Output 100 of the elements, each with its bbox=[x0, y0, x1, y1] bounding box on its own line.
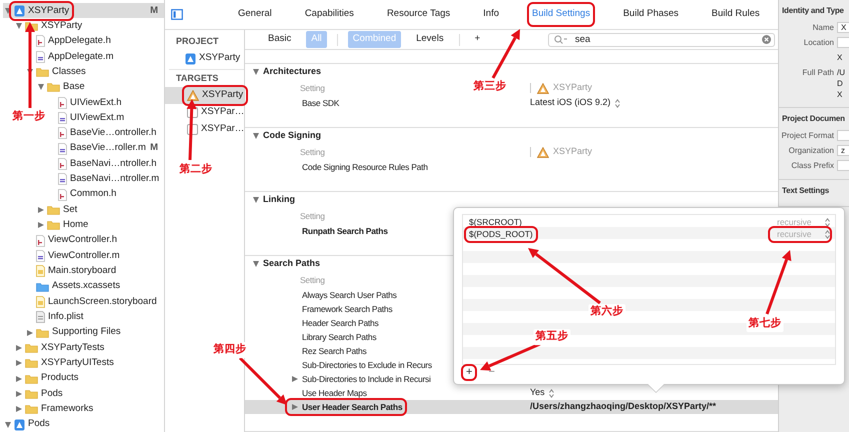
tree-item[interactable]: Assets.xcassets bbox=[34, 278, 164, 294]
add-button[interactable]: + bbox=[464, 367, 474, 378]
tree-item[interactable]: LaunchScreen.storyboard bbox=[34, 294, 164, 310]
search-field[interactable]: sea bbox=[548, 32, 775, 47]
setting-name: Rez Search Paths bbox=[302, 344, 367, 358]
tree-item[interactable]: AppDelegate.m bbox=[34, 48, 164, 64]
file-icon bbox=[36, 35, 45, 48]
tree-item[interactable]: UIViewExt.m bbox=[56, 110, 164, 126]
tab[interactable]: Info bbox=[481, 5, 501, 24]
field-label: Full Path bbox=[801, 67, 835, 79]
arrow bbox=[766, 250, 792, 314]
folder-icon bbox=[36, 282, 49, 292]
tree-item[interactable]: Base bbox=[36, 80, 164, 95]
tree-item[interactable]: XSYParty M bbox=[3, 3, 164, 18]
clear-icon[interactable] bbox=[762, 35, 771, 44]
settings-row[interactable]: User Header Search Paths /Users/zhangzhaoqing/Desktop/XSYParty/** bbox=[245, 400, 778, 414]
path-text[interactable]: $(SRCROOT) bbox=[467, 216, 524, 228]
tree-item[interactable]: ViewController.h bbox=[34, 232, 164, 248]
tree-item[interactable]: Classes bbox=[25, 64, 164, 80]
file-icon bbox=[58, 96, 67, 109]
arrow bbox=[186, 99, 197, 160]
disclosure-triangle-icon[interactable] bbox=[251, 69, 260, 75]
column-header: XSYParty bbox=[553, 145, 592, 158]
field-label: Class Prefix bbox=[790, 160, 835, 172]
tab[interactable]: Resource Tags bbox=[384, 5, 452, 24]
field-label: Location bbox=[802, 37, 835, 49]
setting-value: Yes bbox=[530, 386, 545, 400]
setting-value: /Users/zhangzhaoqing/Desktop/XSYParty/** bbox=[530, 400, 716, 414]
file-icon bbox=[36, 250, 45, 262]
project-item[interactable]: XSYParty bbox=[165, 50, 244, 67]
tree-item[interactable]: Products bbox=[14, 370, 164, 386]
tree-item[interactable]: Home bbox=[36, 218, 164, 233]
folder-icon bbox=[25, 358, 38, 368]
sidebar-toggle-icon[interactable] bbox=[171, 9, 183, 20]
path-text[interactable]: $(PODS_ROOT) bbox=[467, 228, 535, 240]
arrow bbox=[238, 356, 287, 405]
file-icon bbox=[58, 158, 67, 170]
folder-icon bbox=[47, 82, 60, 92]
field-label: Organization bbox=[788, 145, 835, 157]
step-label: 第五步 bbox=[534, 329, 570, 345]
input-field[interactable]: X bbox=[837, 22, 849, 33]
tab[interactable]: Build Phases bbox=[621, 5, 681, 24]
setting-name: Code Signing Resource Rules Path bbox=[302, 160, 428, 174]
stepper-icon[interactable] bbox=[825, 230, 830, 238]
field-label: Name bbox=[812, 22, 835, 34]
tree-item[interactable]: Main.storyboard bbox=[34, 264, 164, 279]
add-button[interactable]: + bbox=[470, 31, 486, 48]
tree-item[interactable]: AppDelegate.h bbox=[34, 34, 164, 49]
step-label: 第七步 bbox=[746, 316, 784, 332]
tree-item[interactable]: Common.h bbox=[56, 186, 164, 202]
tree-item[interactable]: UIViewExt.h bbox=[56, 94, 164, 110]
tree-item[interactable]: BaseNavi…ntroller.h bbox=[56, 156, 164, 172]
input-field[interactable]: z bbox=[837, 145, 849, 156]
stepper-icon[interactable] bbox=[548, 388, 554, 398]
storyboard-icon bbox=[36, 296, 45, 308]
tree-item[interactable]: BaseNavi…ntroller.m bbox=[56, 172, 164, 187]
disclosure-triangle-icon[interactable] bbox=[251, 261, 260, 267]
target-item[interactable]: XSYPar… bbox=[165, 121, 244, 138]
file-icon bbox=[58, 142, 67, 155]
target-icon bbox=[537, 82, 549, 94]
tab[interactable]: Build Settings bbox=[530, 5, 592, 24]
target-icon bbox=[537, 146, 549, 158]
stepper-icon[interactable] bbox=[614, 98, 620, 108]
tree-item[interactable]: BaseVie…ontroller.h bbox=[56, 126, 164, 141]
stepper-icon[interactable] bbox=[825, 218, 830, 226]
project-icon bbox=[185, 52, 196, 64]
folder-icon bbox=[36, 328, 49, 338]
filter-tab[interactable]: Levels bbox=[411, 31, 449, 48]
file-icon bbox=[36, 50, 45, 63]
tab[interactable]: Capabilities bbox=[302, 5, 356, 24]
tree-item[interactable]: Supporting Files bbox=[25, 324, 164, 340]
target-icon bbox=[187, 90, 199, 101]
tab[interactable]: Build Rules bbox=[710, 5, 762, 24]
status-label: M bbox=[150, 141, 158, 156]
project-icon bbox=[14, 4, 25, 17]
section-title: Linking bbox=[263, 193, 295, 206]
tree-item[interactable]: ViewController.m bbox=[34, 248, 164, 264]
tree-item[interactable]: XSYPartyTests bbox=[14, 340, 164, 356]
column-header: Setting bbox=[300, 146, 325, 158]
tree-item[interactable]: BaseVie…roller.m M bbox=[56, 140, 164, 156]
tree-item[interactable]: Info.plist bbox=[34, 310, 164, 325]
tree-item[interactable]: Pods bbox=[3, 416, 164, 432]
tree-item[interactable]: Pods bbox=[14, 386, 164, 402]
tab[interactable]: General bbox=[236, 5, 274, 24]
filter-tab[interactable]: Basic bbox=[263, 31, 296, 48]
path-text: X bbox=[837, 52, 842, 63]
setting-name: Use Header Maps bbox=[302, 386, 367, 400]
setting-name: Sub-Directories to Exclude in Recurs bbox=[302, 358, 432, 372]
file-icon bbox=[36, 234, 45, 247]
tree-item[interactable]: XSYPartyUITests bbox=[14, 356, 164, 371]
arrow bbox=[480, 342, 541, 371]
tree-item[interactable]: Set bbox=[36, 202, 164, 218]
disclosure-triangle-icon[interactable] bbox=[251, 197, 260, 203]
section-header: TARGETS bbox=[175, 72, 220, 85]
section-title: Project Documen bbox=[781, 113, 846, 125]
file-icon bbox=[58, 188, 67, 201]
folder-icon bbox=[25, 388, 38, 399]
tree-item[interactable]: Frameworks bbox=[14, 402, 164, 417]
disclosure-triangle-icon[interactable] bbox=[251, 133, 260, 139]
disclosure-triangle-icon[interactable] bbox=[290, 376, 299, 382]
